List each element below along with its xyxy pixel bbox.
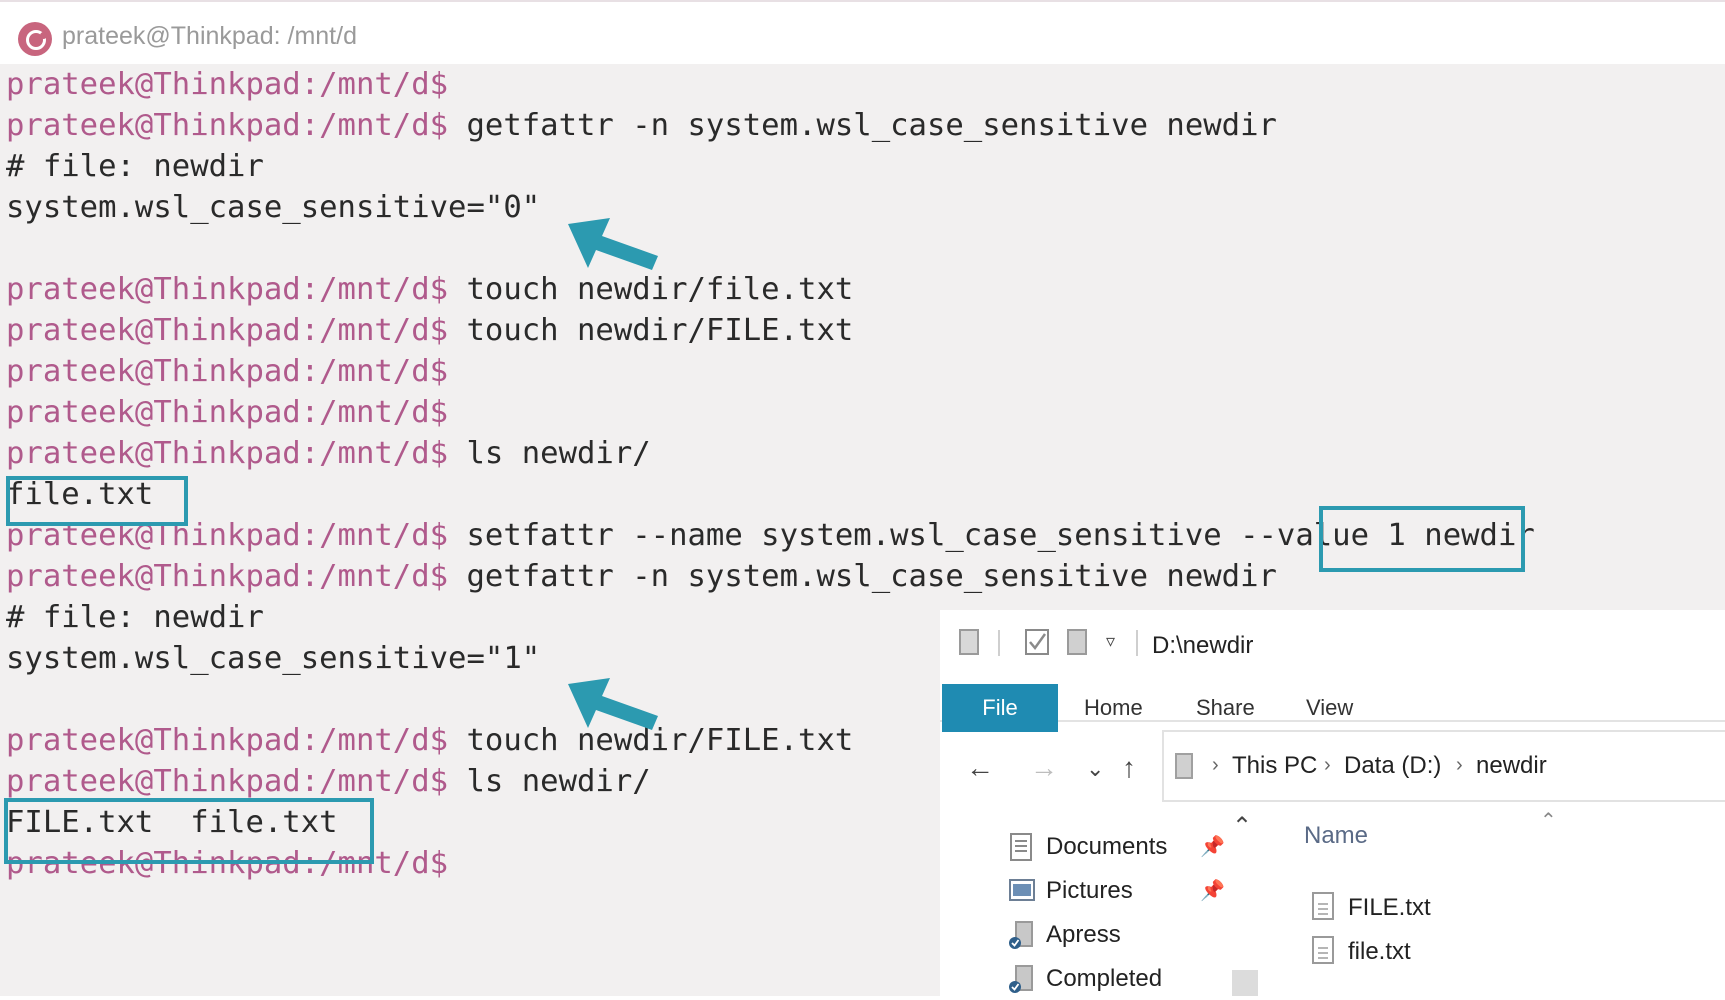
nav-item-label: Documents: [1046, 833, 1168, 860]
chevron-right-icon: ›: [1324, 754, 1331, 776]
address-bar[interactable]: › This PC › Data (D:) › newdir: [1162, 730, 1725, 802]
terminal-line: prateek@Thinkpad:/mnt/d$: [6, 392, 448, 433]
column-header-name[interactable]: Name: [1304, 822, 1368, 850]
properties-icon[interactable]: [958, 628, 980, 656]
folder-icon: [1009, 965, 1033, 993]
nav-item-label: Apress: [1046, 921, 1121, 948]
shell-prompt: prateek@Thinkpad:/mnt/d$: [6, 313, 449, 348]
shell-prompt: prateek@Thinkpad:/mnt/d$: [6, 723, 449, 758]
terminal-line: prateek@Thinkpad:/mnt/d$ setfattr --name…: [6, 515, 1535, 556]
recent-locations-chevron-icon[interactable]: ⌄: [1086, 758, 1104, 780]
line-text: system.wsl_case_sensitive="1": [6, 641, 541, 676]
terminal-line: # file: newdir: [6, 146, 264, 187]
terminal-line: system.wsl_case_sensitive="1": [6, 638, 540, 679]
pictures-icon: [1009, 879, 1035, 901]
chevron-right-icon: ›: [1212, 754, 1219, 776]
folder-icon: [1009, 921, 1033, 949]
line-text: # file: newdir: [6, 149, 264, 184]
terminal-line: prateek@Thinkpad:/mnt/d$ getfattr -n sys…: [6, 105, 1277, 146]
back-arrow-icon[interactable]: ←: [966, 754, 994, 782]
customize-toolbar-icon[interactable]: ▿: [1106, 632, 1115, 650]
breadcrumb-folder[interactable]: newdir: [1476, 752, 1547, 780]
nav-pane-scrollbar[interactable]: [1230, 816, 1260, 996]
checkbox-icon[interactable]: [1024, 628, 1050, 656]
highlight-box-ls-output-2: [4, 798, 374, 864]
window-title: prateek@Thinkpad: /mnt/d: [62, 22, 357, 50]
toolbar-divider: [1136, 630, 1138, 656]
nav-item-label: Completed: [1046, 965, 1163, 992]
scroll-up-chevron-icon[interactable]: ⌃: [1232, 812, 1252, 841]
scrollbar-thumb[interactable]: [1232, 970, 1258, 996]
nav-item-label: Pictures: [1046, 877, 1133, 904]
shell-prompt: prateek@Thinkpad:/mnt/d$: [6, 764, 449, 799]
terminal-line: prateek@Thinkpad:/mnt/d$ touch newdir/fi…: [6, 269, 853, 310]
terminal-line: prateek@Thinkpad:/mnt/d$ ls newdir/: [6, 433, 651, 474]
line-text: getfattr -n system.wsl_case_sensitive ne…: [448, 108, 1277, 143]
arrow-icon: [568, 678, 658, 730]
shell-prompt: prateek@Thinkpad:/mnt/d$: [6, 354, 449, 389]
ubuntu-icon: [18, 22, 52, 56]
text-file-icon: [1312, 936, 1334, 964]
line-text: system.wsl_case_sensitive="0": [6, 190, 541, 225]
ribbon-tabs: File Home Share View: [940, 672, 1725, 732]
file-name: FILE.txt: [1348, 894, 1431, 921]
shell-prompt: prateek@Thinkpad:/mnt/d$: [6, 108, 449, 143]
forward-arrow-icon[interactable]: →: [1030, 754, 1058, 782]
shell-prompt: prateek@Thinkpad:/mnt/d$: [6, 67, 449, 102]
new-folder-icon[interactable]: [1066, 628, 1088, 656]
highlight-box-ls-output-1: [6, 476, 188, 526]
terminal-line: prateek@Thinkpad:/mnt/d$ getfattr -n sys…: [6, 556, 1277, 597]
navigation-bar: ← → ⌄ ↑ › This PC › Data (D:) › newdir: [940, 722, 1725, 812]
line-text: ls newdir/: [448, 764, 651, 799]
window-path-title: D:\newdir: [1152, 632, 1254, 659]
toolbar-divider: [998, 630, 1000, 656]
terminal-line: prateek@Thinkpad:/mnt/d$ touch newdir/FI…: [6, 310, 853, 351]
terminal-line: system.wsl_case_sensitive="0": [6, 187, 540, 228]
breadcrumb-drive[interactable]: Data (D:): [1344, 752, 1441, 780]
file-name: file.txt: [1348, 938, 1411, 965]
pin-icon[interactable]: 📌: [1200, 878, 1225, 903]
text-file-icon: [1312, 892, 1334, 920]
pin-icon[interactable]: 📌: [1200, 834, 1225, 859]
line-text: touch newdir/file.txt: [448, 272, 854, 307]
line-text: ls newdir/: [448, 436, 651, 471]
file-explorer-window: ▿ D:\newdir File Home Share View ← → ⌄ ↑…: [940, 610, 1725, 996]
folder-location-icon: [1175, 753, 1193, 779]
line-text: # file: newdir: [6, 600, 264, 635]
title-bar: prateek@Thinkpad: /mnt/d: [0, 0, 1725, 64]
shell-prompt: prateek@Thinkpad:/mnt/d$: [6, 395, 449, 430]
shell-prompt: prateek@Thinkpad:/mnt/d$: [6, 436, 449, 471]
highlight-box-value-flag: [1319, 506, 1525, 572]
terminal-line: prateek@Thinkpad:/mnt/d$ ls newdir/: [6, 761, 651, 802]
sort-ascending-icon: ⌃: [1540, 810, 1557, 832]
breadcrumb-this-pc[interactable]: This PC: [1232, 752, 1317, 780]
chevron-right-icon: ›: [1456, 754, 1463, 776]
terminal-line: prateek@Thinkpad:/mnt/d$: [6, 64, 448, 105]
quick-access-toolbar: ▿ D:\newdir: [940, 610, 1725, 672]
terminal-line: prateek@Thinkpad:/mnt/d$: [6, 351, 448, 392]
shell-prompt: prateek@Thinkpad:/mnt/d$: [6, 559, 449, 594]
line-text: touch newdir/FILE.txt: [448, 313, 854, 348]
terminal-line: prateek@Thinkpad:/mnt/d$ touch newdir/FI…: [6, 720, 853, 761]
line-text: getfattr -n system.wsl_case_sensitive ne…: [448, 559, 1277, 594]
up-arrow-icon[interactable]: ↑: [1122, 754, 1136, 782]
terminal-line: # file: newdir: [6, 597, 264, 638]
documents-icon: [1010, 833, 1032, 861]
shell-prompt: prateek@Thinkpad:/mnt/d$: [6, 272, 449, 307]
arrow-icon: [568, 218, 658, 270]
